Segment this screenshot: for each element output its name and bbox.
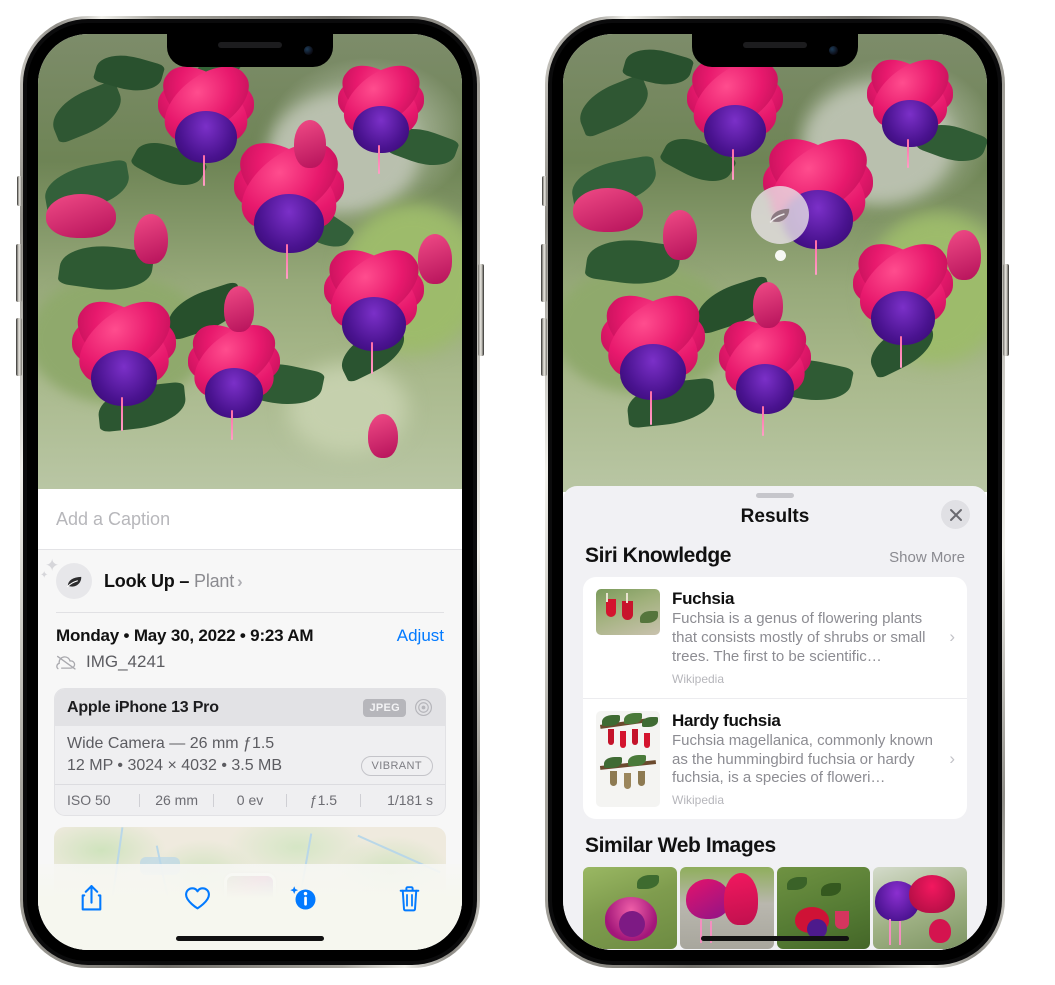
- result-thumbnail: [596, 710, 660, 807]
- earpiece-speaker: [743, 42, 807, 48]
- earpiece-speaker: [218, 42, 282, 48]
- iphone-left: Add a Caption ✦ ✦ Look Up – Plant › Mond…: [16, 16, 484, 968]
- chevron-right-icon: ›: [949, 627, 955, 647]
- capture-date: Monday • May 30, 2022 • 9:23 AM: [56, 626, 314, 645]
- aperture-icon[interactable]: [414, 698, 433, 717]
- mute-switch[interactable]: [542, 176, 547, 206]
- close-icon[interactable]: [941, 500, 970, 529]
- cloud-slash-icon: [56, 655, 77, 670]
- web-image-thumbnail[interactable]: [583, 867, 677, 950]
- similar-web-images-title: Similar Web Images: [585, 834, 776, 858]
- result-description: Fuchsia magellanica, commonly known as t…: [672, 731, 933, 787]
- exif-stats-row: ISO 50 26 mm 0 ev ƒ1.5 1/181 s: [55, 784, 445, 815]
- caption-input[interactable]: Add a Caption: [38, 489, 462, 550]
- screen-right: Results Siri Knowledge Show More Fuchsia…: [563, 34, 987, 950]
- delete-button[interactable]: [387, 878, 431, 918]
- screenshot-stage: Add a Caption ✦ ✦ Look Up – Plant › Mond…: [0, 0, 1055, 985]
- exif-body: Wide Camera — 26 mm ƒ1.5 12 MP • 3024 × …: [55, 726, 445, 784]
- chevron-right-icon: ›: [949, 749, 955, 768]
- stat-aperture: ƒ1.5: [309, 792, 338, 808]
- show-more-button[interactable]: Show More: [889, 549, 965, 566]
- chevron-right-icon: ›: [237, 571, 243, 591]
- page-title: Results: [740, 506, 810, 527]
- front-camera-icon: [829, 46, 838, 55]
- look-up-subject: Plant: [194, 570, 235, 591]
- stat-focal: 26 mm: [155, 792, 198, 808]
- lens-info: Wide Camera — 26 mm ƒ1.5: [67, 735, 275, 752]
- volume-up-button[interactable]: [541, 244, 547, 302]
- power-button[interactable]: [1003, 264, 1009, 356]
- power-button[interactable]: [478, 264, 484, 356]
- siri-knowledge-cards: Fuchsia Fuchsia is a genus of flowering …: [583, 577, 967, 820]
- volume-down-button[interactable]: [16, 318, 22, 376]
- adjust-button[interactable]: Adjust: [397, 626, 444, 646]
- exif-header: Apple iPhone 13 Pro JPEG: [55, 689, 445, 726]
- stat-shutter: 1/181 s: [387, 792, 434, 808]
- result-source: Wikipedia: [672, 793, 725, 808]
- notch: [167, 34, 333, 67]
- section-title: Siri Knowledge: [585, 544, 732, 567]
- image-specs: 12 MP • 3024 × 4032 • 3.5 MB: [67, 757, 283, 774]
- siri-knowledge-header: Siri Knowledge Show More: [563, 542, 987, 577]
- date-block: Monday • May 30, 2022 • 9:23 AM Adjust I…: [38, 613, 462, 682]
- exif-badges: JPEG: [363, 698, 433, 717]
- result-text: Hardy fuchsia Fuchsia magellanica, commo…: [672, 711, 935, 808]
- list-item[interactable]: Fuchsia Fuchsia is a genus of flowering …: [583, 577, 967, 698]
- photo-info-sheet: Add a Caption ✦ ✦ Look Up – Plant › Mond…: [38, 489, 462, 950]
- iphone-right: Results Siri Knowledge Show More Fuchsia…: [541, 16, 1009, 968]
- share-button[interactable]: [69, 878, 113, 918]
- results-sheet: Results Siri Knowledge Show More Fuchsia…: [563, 486, 987, 950]
- web-image-thumbnail[interactable]: [873, 867, 967, 950]
- volume-down-button[interactable]: [541, 318, 547, 376]
- camera-device: Apple iPhone 13 Pro: [67, 698, 219, 716]
- format-badge: JPEG: [363, 698, 406, 717]
- result-text: Fuchsia Fuchsia is a genus of flowering …: [672, 589, 935, 686]
- notch: [692, 34, 858, 67]
- photo-fuchsia-garden[interactable]: [38, 34, 462, 489]
- file-name: IMG_4241: [86, 652, 166, 671]
- look-up-row[interactable]: ✦ ✦ Look Up – Plant ›: [38, 550, 462, 612]
- favorite-button[interactable]: [175, 878, 219, 918]
- home-indicator[interactable]: [176, 936, 324, 941]
- visual-look-up-indicator-dot: [775, 250, 786, 261]
- volume-up-button[interactable]: [16, 244, 22, 302]
- visual-look-up-badge[interactable]: [751, 186, 809, 244]
- front-camera-icon: [304, 46, 313, 55]
- look-up-label: Look Up – Plant ›: [104, 571, 243, 592]
- result-title: Fuchsia: [672, 589, 735, 608]
- screen-left: Add a Caption ✦ ✦ Look Up – Plant › Mond…: [38, 34, 462, 950]
- list-item[interactable]: Hardy fuchsia Fuchsia magellanica, commo…: [583, 697, 967, 820]
- result-source: Wikipedia: [672, 671, 725, 686]
- result-description: Fuchsia is a genus of flowering plants t…: [672, 610, 926, 665]
- stat-exposure: 0 ev: [236, 792, 264, 808]
- info-button[interactable]: [281, 878, 325, 918]
- sparkle-small-icon: ✦: [40, 570, 49, 581]
- mute-switch[interactable]: [17, 176, 22, 206]
- result-title: Hardy fuchsia: [672, 710, 781, 730]
- stat-iso: ISO 50: [67, 792, 111, 808]
- home-indicator[interactable]: [701, 936, 849, 941]
- look-up-text: Look Up –: [104, 570, 190, 591]
- results-header: Results: [563, 498, 987, 542]
- result-thumbnail: [596, 589, 660, 635]
- leaf-icon: ✦ ✦: [40, 556, 92, 599]
- exif-card: Apple iPhone 13 Pro JPEG Wide Camera — 2…: [54, 688, 446, 816]
- photographic-style-badge: VIBRANT: [360, 756, 433, 776]
- photo-fuchsia-garden[interactable]: [563, 34, 987, 492]
